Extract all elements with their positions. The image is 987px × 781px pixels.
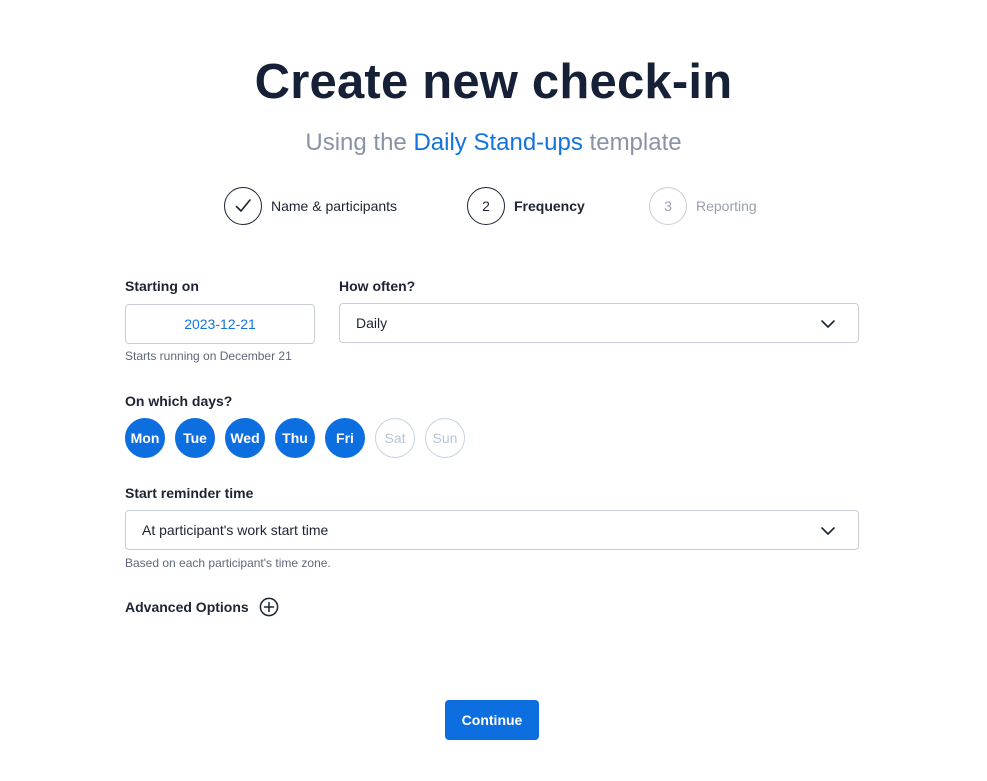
page-title: Create new check-in	[254, 55, 733, 109]
reminder-value: At participant's work start time	[142, 522, 329, 538]
template-name-link[interactable]: Daily Stand-ups	[413, 129, 582, 156]
days-label: On which days?	[125, 393, 233, 409]
frequency-value: Daily	[356, 315, 388, 331]
advanced-options-toggle[interactable]: Advanced Options	[125, 597, 279, 617]
step-label: Reporting	[696, 198, 757, 214]
day-toggle-thu[interactable]: Thu	[275, 418, 315, 458]
day-toggle-sat[interactable]: Sat	[375, 418, 415, 458]
chevron-down-icon	[821, 320, 835, 328]
chevron-down-icon	[821, 527, 835, 535]
day-toggle-mon[interactable]: Mon	[125, 418, 165, 458]
how-often-label: How often?	[339, 278, 416, 294]
continue-button[interactable]: Continue	[445, 700, 539, 740]
step-done-circle	[224, 187, 262, 225]
advanced-options-label: Advanced Options	[125, 599, 249, 615]
start-date-hint: Starts running on December 21	[125, 349, 292, 363]
plus-circle-icon	[259, 597, 279, 617]
step-number: 2	[467, 187, 505, 225]
frequency-select[interactable]: Daily	[339, 303, 859, 343]
day-toggle-sun[interactable]: Sun	[425, 418, 465, 458]
start-date-input[interactable]: 2023-12-21	[125, 304, 315, 344]
step-number: 3	[649, 187, 687, 225]
check-icon	[235, 199, 251, 212]
step-name-participants[interactable]: Name & participants	[224, 187, 397, 225]
subtitle-suffix: template	[589, 129, 682, 156]
step-frequency[interactable]: 2 Frequency	[467, 187, 585, 225]
reminder-time-select[interactable]: At participant's work start time	[125, 510, 859, 550]
page-subtitle: Using the Daily Stand-ups template	[0, 129, 987, 157]
subtitle-prefix: Using the	[305, 129, 407, 156]
reminder-label: Start reminder time	[125, 485, 254, 501]
starting-on-label: Starting on	[125, 278, 199, 294]
day-toggle-fri[interactable]: Fri	[325, 418, 365, 458]
step-reporting[interactable]: 3 Reporting	[649, 187, 757, 225]
reminder-hint: Based on each participant's time zone.	[125, 556, 331, 570]
day-toggle-tue[interactable]: Tue	[175, 418, 215, 458]
day-selector: Mon Tue Wed Thu Fri Sat Sun	[125, 418, 475, 458]
day-toggle-wed[interactable]: Wed	[225, 418, 265, 458]
step-label: Name & participants	[271, 198, 398, 214]
step-label: Frequency	[514, 198, 585, 214]
